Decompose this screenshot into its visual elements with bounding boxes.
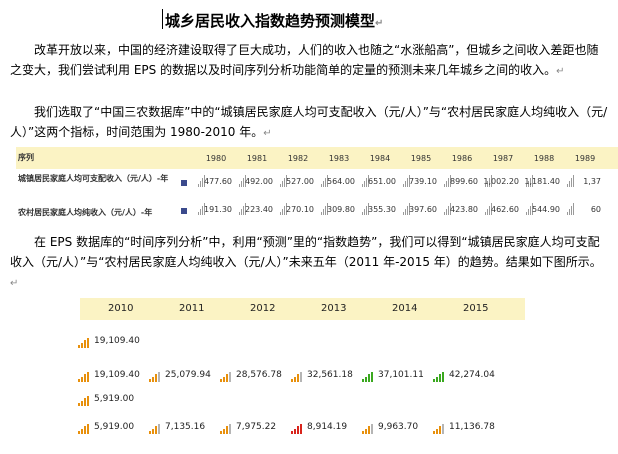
row-label-urban: 城镇居民家庭人均可支配收入（元/人）-年: [18, 174, 169, 183]
table-cell: 191.30: [204, 205, 232, 214]
forecast-value: 25,079.94: [165, 370, 211, 380]
forecast-value: 28,576.78: [236, 370, 282, 380]
table-cell: 270.10: [286, 205, 314, 214]
year-header: 2015: [463, 303, 489, 314]
forecast-value: 37,101.11: [378, 370, 424, 380]
year-header: 2013: [321, 303, 347, 314]
trend-bars-icon: [362, 423, 378, 434]
year-header: 1983: [328, 154, 350, 163]
trend-bars-icon: [78, 395, 94, 406]
table-cell: 462.60: [491, 205, 519, 214]
forecast-value: 8,914.19: [307, 422, 348, 432]
forecast-table: 2010 2011 2012 2013 2014 2015 19,109.40 19,109…: [78, 298, 525, 448]
table-row-rural: 农村居民家庭人均纯收入（元/人）-年 191.30 223.40 270.10 309…: [16, 199, 618, 225]
table-cell: 355.30: [368, 205, 396, 214]
year-header: 1981: [246, 154, 268, 163]
series-legend-square: [181, 208, 187, 214]
paragraph-mark: ↵: [10, 278, 19, 289]
trend-bars-icon: [291, 423, 307, 434]
trend-bars-icon: [149, 371, 165, 382]
trend-bars-icon: [291, 371, 307, 382]
table-cell: 1,002.20: [483, 177, 519, 186]
paragraph-text: 在 EPS 数据库的“时间序列分析”中，利用“预测”里的“指数趋势”，我们可以得…: [10, 235, 602, 269]
forecast-value: 7,975.22: [236, 422, 277, 432]
table-cell: 60: [590, 205, 601, 214]
year-header: 1984: [369, 154, 391, 163]
year-header: 1988: [533, 154, 555, 163]
paragraph-mark: ↵: [556, 66, 565, 77]
year-header: 1987: [492, 154, 514, 163]
trend-bars-icon: [149, 423, 165, 434]
forecast-value: 5,919.00: [94, 422, 135, 432]
year-header: 2010: [108, 303, 134, 314]
year-header: 2012: [250, 303, 276, 314]
forecast-value: 19,109.40: [94, 370, 140, 380]
forecast-header-row: 2010 2011 2012 2013 2014 2015: [80, 298, 525, 320]
series-legend-square: [181, 180, 187, 186]
forecast-value: 11,136.78: [449, 422, 495, 432]
row-label-rural: 农村居民家庭人均纯收入（元/人）-年: [18, 208, 153, 217]
table-cell: 527.00: [286, 177, 314, 186]
trend-bars-icon: [220, 423, 236, 434]
text-cursor: [162, 9, 163, 29]
trend-bars-icon: [78, 371, 94, 382]
table-cell: 1,181.40: [524, 177, 560, 186]
year-header: 1980: [205, 154, 227, 163]
paragraph-intro: 改革开放以来，中国的经济建设取得了巨大成功，人们的收入也随之“水涨船高”，但城乡…: [10, 40, 610, 82]
paragraph-mark: ↵: [263, 128, 272, 139]
table-cell: 223.40: [245, 205, 273, 214]
historical-data-table: 序列 1980 1981 1982 1983 1984 1985 1986 1987 1988 1…: [16, 147, 618, 229]
paragraph-text: 改革开放以来，中国的经济建设取得了巨大成功，人们的收入也随之“水涨船高”，但城乡…: [10, 43, 599, 77]
paragraph-forecast: 在 EPS 数据库的“时间序列分析”中，利用“预测”里的“指数趋势”，我们可以得…: [10, 232, 610, 294]
forecast-value: 32,561.18: [307, 370, 353, 380]
table-cell: 492.00: [245, 177, 273, 186]
paragraph-indicators: 我们选取了“中国三农数据库”中的“城镇居民家庭人均可支配收入（元/人）”与“农村…: [10, 102, 610, 144]
table-cell: 651.00: [368, 177, 396, 186]
trend-bars-icon: [220, 371, 236, 382]
year-header: 1986: [451, 154, 473, 163]
table-row-urban: 城镇居民家庭人均可支配收入（元/人）-年 477.60 492.00 527.00 5…: [16, 171, 618, 197]
year-header: 2014: [392, 303, 418, 314]
table-cell: 544.90: [532, 205, 560, 214]
table-cell: 1,37: [583, 177, 601, 186]
forecast-value: 19,109.40: [94, 336, 140, 346]
paragraph-mark: ↵: [375, 18, 384, 29]
forecast-value: 42,274.04: [449, 370, 495, 380]
table-cell: 309.80: [327, 205, 355, 214]
trend-bars-icon: [433, 371, 449, 382]
table-cell: 899.60: [450, 177, 478, 186]
trend-bars-icon: [78, 423, 94, 434]
trend-bars-icon: [78, 337, 94, 348]
table-header-row: 序列 1980 1981 1982 1983 1984 1985 1986 1987 1988 1…: [16, 147, 618, 169]
table-header-label: 序列: [18, 153, 34, 162]
year-header: 2011: [179, 303, 205, 314]
forecast-value: 7,135.16: [165, 422, 206, 432]
document-title: 城乡居民收入指数趋势预测模型↵: [162, 9, 384, 31]
year-header: 1985: [410, 154, 432, 163]
forecast-value: 5,919.00: [94, 394, 135, 404]
trend-bars-icon: [362, 371, 378, 382]
forecast-value: 9,963.70: [378, 422, 419, 432]
table-cell: 423.80: [450, 205, 478, 214]
table-cell: 397.60: [409, 205, 437, 214]
title-text: 城乡居民收入指数趋势预测模型: [165, 12, 376, 30]
table-cell: 739.10: [409, 177, 437, 186]
year-header: 1989: [574, 154, 596, 163]
table-cell: 477.60: [204, 177, 232, 186]
year-header: 1982: [287, 154, 309, 163]
table-cell: 564.00: [327, 177, 355, 186]
trend-bars-icon: [433, 423, 449, 434]
paragraph-text: 我们选取了“中国三农数据库”中的“城镇居民家庭人均可支配收入（元/人）”与“农村…: [10, 105, 608, 139]
